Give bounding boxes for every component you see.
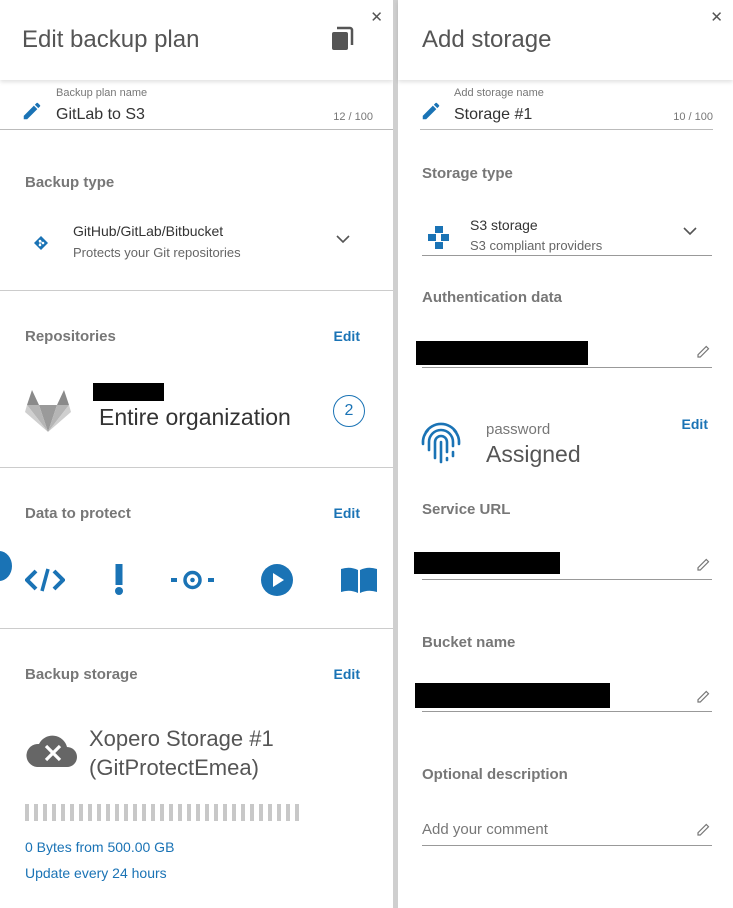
redacted-bucket-name xyxy=(415,683,610,708)
page-title: Edit backup plan xyxy=(22,26,200,53)
gitlab-icon xyxy=(25,390,71,432)
page-title: Add storage xyxy=(422,26,552,53)
copy-icon[interactable] xyxy=(330,26,354,52)
password-status: Assigned xyxy=(486,441,581,467)
pencil-icon xyxy=(422,102,440,120)
code-icon xyxy=(25,568,65,592)
backup-storage-edit-link[interactable]: Edit xyxy=(334,666,360,682)
backup-plan-name-input[interactable]: GitLab to S3 xyxy=(56,106,145,124)
select-primary: S3 storage xyxy=(470,217,538,233)
section-title: Backup storage xyxy=(25,666,138,683)
redacted-auth-value xyxy=(416,341,588,365)
repositories-edit-link[interactable]: Edit xyxy=(334,328,360,344)
s3-cubes-icon xyxy=(428,226,449,249)
description-input[interactable]: Add your comment xyxy=(422,821,548,838)
pencil-icon[interactable] xyxy=(695,687,713,705)
redacted-service-url xyxy=(414,552,560,574)
select-secondary: Protects your Git repositories xyxy=(73,245,241,260)
service-url-underline xyxy=(422,579,712,580)
select-secondary: S3 compliant providers xyxy=(470,238,603,253)
pencil-icon[interactable] xyxy=(695,342,713,360)
pencil-icon[interactable] xyxy=(695,555,713,573)
git-icon xyxy=(34,236,48,250)
storage-name-line2: (GitProtectEmea) xyxy=(89,755,259,780)
description-underline xyxy=(422,845,712,846)
char-counter: 10 / 100 xyxy=(673,111,713,123)
section-title: Authentication data xyxy=(422,289,563,306)
redacted-organization xyxy=(93,383,164,401)
storage-name-field[interactable]: Add storage name Storage #1 10 / 100 xyxy=(420,80,713,130)
repositories-scope: Entire organization xyxy=(99,404,291,430)
password-label: password xyxy=(486,421,551,438)
char-counter: 12 / 100 xyxy=(333,111,373,123)
backup-storage-name: Xopero Storage #1 (GitProtectEmea) xyxy=(89,724,274,782)
right-header: Add storage ✕ xyxy=(398,0,733,80)
bucket-name-underline xyxy=(422,711,712,712)
pencil-icon[interactable] xyxy=(695,820,713,838)
data-to-protect-edit-link[interactable]: Edit xyxy=(334,505,360,521)
add-storage-panel: Add storage ✕ Add storage name Storage #… xyxy=(398,0,733,908)
commit-icon xyxy=(171,570,214,590)
backup-plan-name-field[interactable]: Backup plan name GitLab to S3 12 / 100 xyxy=(0,80,393,130)
password-edit-link[interactable]: Edit xyxy=(682,416,708,432)
chevron-down-icon xyxy=(336,235,350,244)
repository-count-badge[interactable]: 2 xyxy=(333,395,365,427)
left-header: Edit backup plan ✕ xyxy=(0,0,393,80)
data-to-protect-section: Data to protect Edit xyxy=(0,468,393,629)
play-icon xyxy=(261,564,293,596)
edit-backup-plan-panel: Edit backup plan ✕ Backup plan name GitL… xyxy=(0,0,393,908)
select-primary: GitHub/GitLab/Bitbucket xyxy=(73,223,224,239)
cloud-storage-icon xyxy=(26,735,77,767)
close-icon[interactable]: ✕ xyxy=(370,10,383,25)
backup-schedule-text: Update every 24 hours xyxy=(25,865,167,881)
section-title: Service URL xyxy=(422,501,511,518)
section-title: Bucket name xyxy=(422,634,516,651)
select-underline xyxy=(422,255,712,256)
chevron-down-icon xyxy=(683,227,697,236)
section-title: Repositories xyxy=(25,328,116,345)
backup-type-section: Backup type GitHub/GitLab/Bitbucket Prot… xyxy=(0,131,393,291)
auth-field-underline xyxy=(422,367,712,368)
field-label: Backup plan name xyxy=(56,87,148,99)
repositories-section: Repositories Edit xyxy=(0,291,393,468)
storage-name-line1: Xopero Storage #1 xyxy=(89,726,274,751)
section-title: Backup type xyxy=(25,174,115,191)
field-label: Add storage name xyxy=(454,87,544,99)
exclamation-icon xyxy=(115,564,123,595)
book-icon xyxy=(341,567,377,593)
close-icon[interactable]: ✕ xyxy=(710,10,723,25)
storage-usage-bar xyxy=(25,804,302,821)
storage-name-input[interactable]: Storage #1 xyxy=(454,106,532,124)
section-title: Storage type xyxy=(422,165,513,182)
fingerprint-icon xyxy=(421,422,461,464)
pencil-icon xyxy=(23,102,41,120)
section-title: Data to protect xyxy=(25,505,131,522)
section-title: Optional description xyxy=(422,766,568,783)
storage-usage-text: 0 Bytes from 500.00 GB xyxy=(25,839,175,855)
